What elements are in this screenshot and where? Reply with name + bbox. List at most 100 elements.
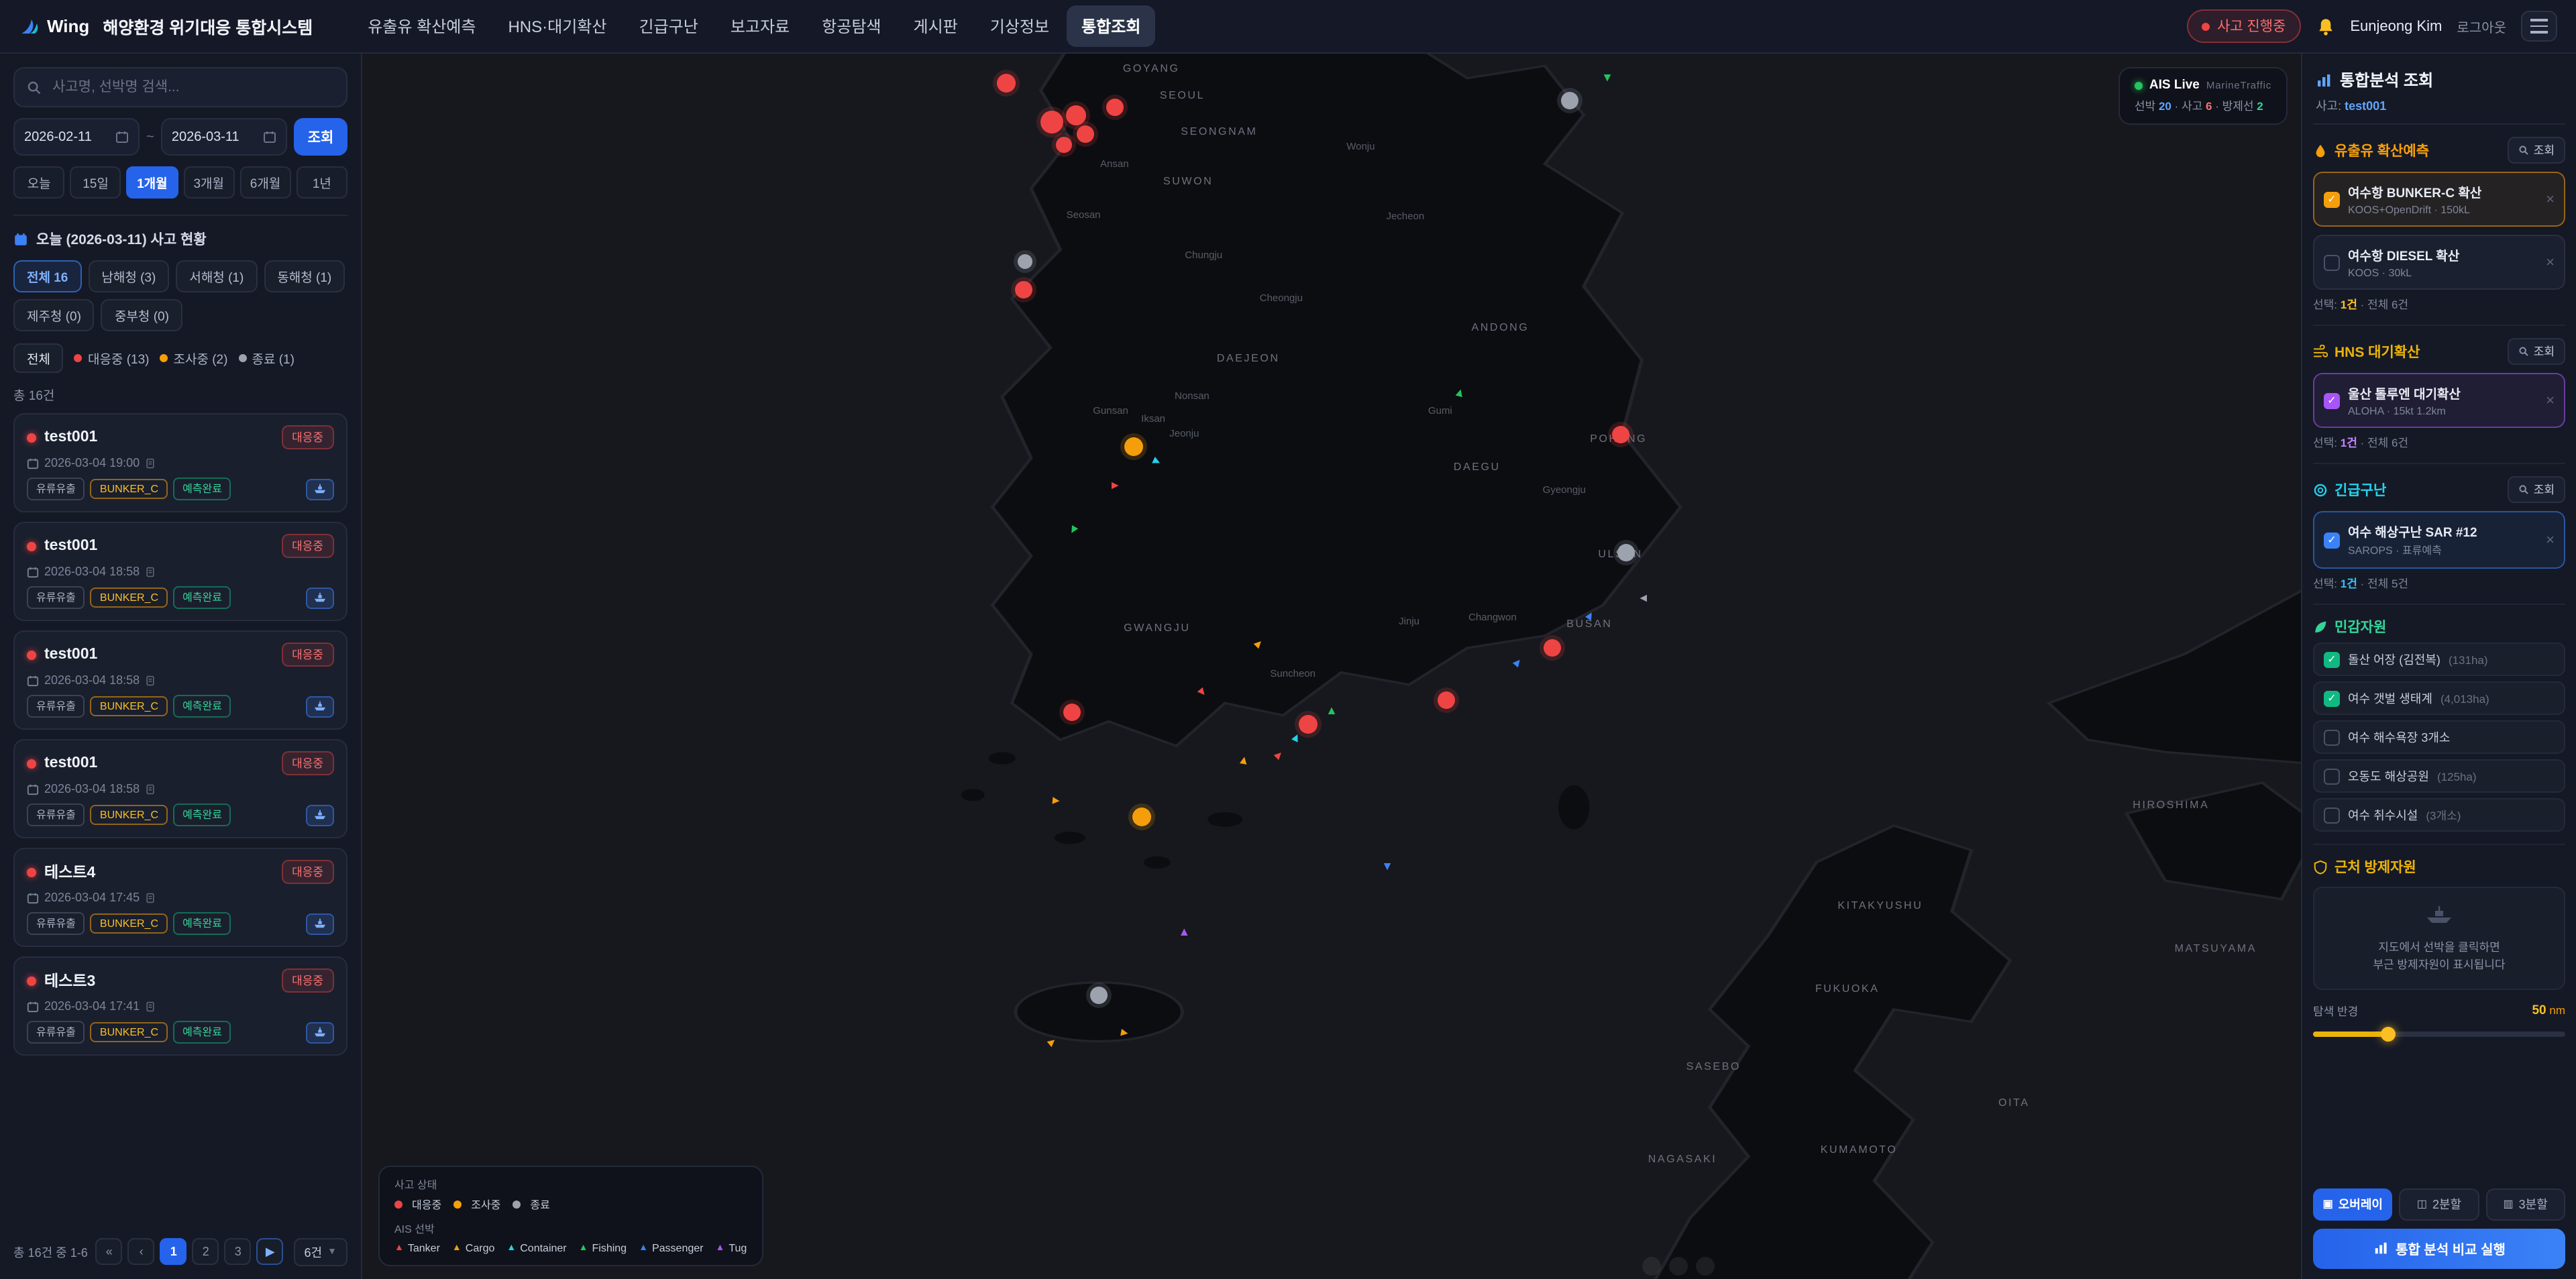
- status-filter-all[interactable]: 전체: [13, 343, 64, 373]
- incident-marker[interactable]: [1063, 703, 1081, 720]
- prev-page-button[interactable]: ‹: [128, 1238, 155, 1265]
- ship-view-button[interactable]: [306, 913, 334, 934]
- sar-scenario-card[interactable]: ✓ 여수 해상구난 SAR #12 SAROPS · 표류예측 ×: [2313, 511, 2565, 569]
- page-size-select[interactable]: 6건 ▼: [294, 1237, 347, 1266]
- ship-marker[interactable]: ▲: [1509, 654, 1526, 671]
- logo[interactable]: Wing 해양환경 위기대응 통합시스템: [19, 13, 313, 39]
- ship-marker[interactable]: ▲: [1289, 730, 1305, 746]
- radius-slider[interactable]: [2313, 1031, 2565, 1036]
- incident-marker[interactable]: [1090, 986, 1108, 1003]
- status-filter[interactable]: 대응중 (13): [74, 349, 150, 368]
- region-filter[interactable]: 중부청 (0): [101, 299, 182, 331]
- checkbox-checked[interactable]: ✓: [2324, 651, 2340, 667]
- view-mode-button[interactable]: ◫2분할: [2400, 1188, 2479, 1220]
- incident-marker[interactable]: [1132, 808, 1151, 826]
- checkbox-checked[interactable]: ✓: [2324, 191, 2340, 207]
- first-page-button[interactable]: «: [96, 1238, 123, 1265]
- ship-view-button[interactable]: [306, 804, 334, 826]
- ship-marker[interactable]: ▲: [1638, 592, 1650, 604]
- sar-query-button[interactable]: 조회: [2508, 476, 2565, 503]
- ship-marker[interactable]: ▲: [1178, 926, 1190, 938]
- incident-card[interactable]: 테스트3 대응중 2026-03-04 17:41 유류유출BUNKER_C예측…: [13, 956, 347, 1056]
- ship-marker[interactable]: ▲: [1108, 480, 1120, 492]
- ship-marker[interactable]: ▲: [1238, 754, 1252, 768]
- next-page-button[interactable]: ▶: [257, 1238, 284, 1265]
- checkbox-unchecked[interactable]: [2324, 254, 2340, 270]
- nav-item[interactable]: 기상정보: [975, 5, 1064, 47]
- nav-item[interactable]: 통합조회: [1067, 5, 1155, 47]
- incident-marker[interactable]: [1018, 255, 1032, 270]
- incident-marker[interactable]: [1612, 426, 1629, 443]
- view-mode-button[interactable]: ▥3분할: [2485, 1188, 2565, 1220]
- ship-marker[interactable]: ▲: [1149, 453, 1165, 469]
- ship-marker[interactable]: ▲: [1271, 746, 1287, 763]
- ship-marker[interactable]: ▲: [1065, 522, 1081, 539]
- map-control-button[interactable]: [1695, 1256, 1714, 1275]
- region-filter[interactable]: 전체 16: [13, 260, 81, 292]
- incident-marker[interactable]: [1106, 99, 1123, 116]
- checkbox-unchecked[interactable]: [2324, 729, 2340, 745]
- nav-item[interactable]: 긴급구난: [624, 5, 712, 47]
- incident-marker[interactable]: [1066, 105, 1086, 125]
- checkbox-unchecked[interactable]: [2324, 807, 2340, 823]
- date-to-input[interactable]: 2026-03-11: [161, 118, 287, 156]
- ship-view-button[interactable]: [306, 1021, 334, 1043]
- checkbox-checked[interactable]: ✓: [2324, 532, 2340, 548]
- incident-marker[interactable]: [1056, 136, 1072, 152]
- range-button[interactable]: 6개월: [239, 166, 290, 199]
- checkbox-checked[interactable]: ✓: [2324, 392, 2340, 408]
- checkbox-unchecked[interactable]: [2324, 768, 2340, 784]
- map-control-button[interactable]: [1668, 1256, 1687, 1275]
- incident-marker[interactable]: [1438, 692, 1455, 710]
- map-canvas[interactable]: GOYANGSEOULSEONGNAMAnsanSUWONWonjuJecheo…: [362, 54, 2301, 1279]
- run-analysis-button[interactable]: 통합 분석 비교 실행: [2313, 1228, 2565, 1268]
- page-button[interactable]: 3: [225, 1238, 252, 1265]
- ship-marker[interactable]: ▲: [1601, 72, 1613, 85]
- nav-item[interactable]: HNS·대기확산: [493, 5, 621, 47]
- bell-icon[interactable]: [2315, 15, 2335, 37]
- logout-button[interactable]: 로그아웃: [2457, 16, 2506, 36]
- resource-item[interactable]: 오동도 해상공원 (125ha): [2313, 759, 2565, 793]
- range-button[interactable]: 오늘: [13, 166, 64, 199]
- view-mode-button[interactable]: ▣오버레이: [2313, 1188, 2393, 1220]
- close-icon[interactable]: ×: [2546, 254, 2555, 270]
- incident-marker[interactable]: [1561, 91, 1578, 109]
- region-filter[interactable]: 남해청 (3): [88, 260, 169, 292]
- incident-card[interactable]: test001 대응중 2026-03-04 19:00 유류유출BUNKER_…: [13, 413, 347, 512]
- page-button[interactable]: 1: [160, 1238, 187, 1265]
- incident-marker[interactable]: [1544, 639, 1561, 657]
- incident-marker[interactable]: [1617, 544, 1635, 561]
- nav-item[interactable]: 항공탐색: [807, 5, 896, 47]
- date-query-button[interactable]: 조회: [294, 118, 347, 156]
- map-control-button[interactable]: [1642, 1256, 1660, 1275]
- ship-marker[interactable]: ▲: [1326, 704, 1338, 716]
- hns-scenario-card[interactable]: ✓ 울산 톨루엔 대기확산 ALOHA · 15kt 1.2km ×: [2313, 373, 2565, 428]
- ship-view-button[interactable]: [306, 587, 334, 608]
- search-input[interactable]: [50, 78, 334, 97]
- close-icon[interactable]: ×: [2546, 191, 2555, 207]
- resource-item[interactable]: ✓ 여수 갯벌 생태계 (4,013ha): [2313, 681, 2565, 715]
- incident-marker[interactable]: [1299, 714, 1318, 733]
- status-filter[interactable]: 조사중 (2): [160, 349, 228, 368]
- nav-item[interactable]: 게시판: [899, 5, 973, 47]
- hns-query-button[interactable]: 조회: [2508, 338, 2565, 365]
- close-icon[interactable]: ×: [2546, 532, 2555, 548]
- ship-marker[interactable]: ▲: [1452, 386, 1467, 400]
- spill-scenario-card[interactable]: 여수항 DIESEL 확산 KOOS · 30kL ×: [2313, 235, 2565, 290]
- incident-marker[interactable]: [1014, 282, 1032, 299]
- resource-item[interactable]: 여수 해수욕장 3개소: [2313, 720, 2565, 754]
- status-filter[interactable]: 종료 (1): [238, 349, 294, 368]
- ship-marker[interactable]: ▲: [1382, 860, 1394, 872]
- incident-card[interactable]: test001 대응중 2026-03-04 18:58 유류유출BUNKER_…: [13, 630, 347, 730]
- region-filter[interactable]: 서해청 (1): [176, 260, 257, 292]
- ship-view-button[interactable]: [306, 696, 334, 717]
- incident-card[interactable]: test001 대응중 2026-03-04 18:58 유류유출BUNKER_…: [13, 739, 347, 838]
- menu-hamburger-icon[interactable]: [2521, 11, 2557, 42]
- page-button[interactable]: 2: [193, 1238, 219, 1265]
- spill-query-button[interactable]: 조회: [2508, 137, 2565, 164]
- close-icon[interactable]: ×: [2546, 392, 2555, 408]
- incident-marker[interactable]: [1041, 111, 1064, 133]
- incident-card[interactable]: test001 대응중 2026-03-04 18:58 유류유출BUNKER_…: [13, 522, 347, 621]
- resource-item[interactable]: ✓ 돌산 어장 (김전복) (131ha): [2313, 643, 2565, 676]
- region-filter[interactable]: 제주청 (0): [13, 299, 95, 331]
